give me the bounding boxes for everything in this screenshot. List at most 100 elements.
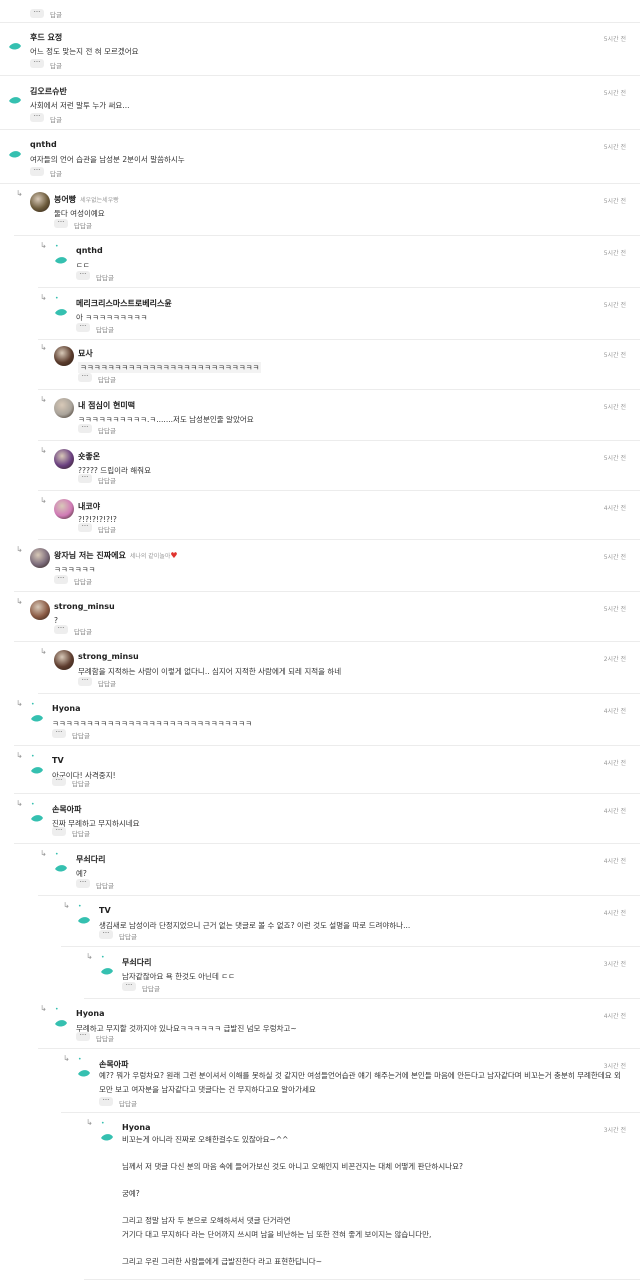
reply-button[interactable]: 답답글: [98, 678, 116, 688]
reply-button[interactable]: 답답글: [74, 626, 92, 636]
more-button[interactable]: ···: [52, 777, 66, 786]
comment-author[interactable]: 숏좋온: [78, 451, 100, 462]
avatar[interactable]: [54, 398, 74, 418]
dot-icon: •: [101, 1120, 105, 1127]
comment-author[interactable]: TV: [52, 756, 64, 765]
more-button[interactable]: ···: [52, 827, 66, 836]
more-button[interactable]: ···: [76, 879, 90, 888]
reply-arrow-icon: ↳: [16, 545, 23, 554]
reply-button[interactable]: 답답글: [98, 425, 116, 435]
author-badge: 세나의 같이놀아: [129, 553, 171, 560]
reply-button[interactable]: 답글: [50, 168, 62, 178]
reply-button[interactable]: 답답글: [119, 1098, 137, 1108]
reply-button[interactable]: 답글: [50, 114, 62, 124]
comment-item: ↳ • Hyona 4시간 전 ㅋㅋㅋㅋㅋㅋㅋㅋㅋㅋㅋㅋㅋㅋㅋㅋㅋㅋㅋㅋㅋㅋㅋㅋㅋㅋㅋㅋ…: [14, 694, 640, 746]
comment-text: 남자같잖아요 욕 한것도 아닌데 ㄷㄷ: [122, 972, 236, 981]
reply-button[interactable]: 답답글: [98, 475, 116, 485]
avatar[interactable]: [54, 346, 74, 366]
comment-author[interactable]: 내코야: [78, 501, 100, 512]
comment-text-line: 궁예?: [122, 1189, 140, 1198]
avatar[interactable]: [30, 548, 50, 568]
comment-author[interactable]: 묘사: [78, 348, 93, 359]
comment-text: 비꼬는게 아니라 진짜로 오해한걸수도 있잖아요~^^ 님께서 저 댓글 다신 분…: [122, 1133, 610, 1268]
comment-author[interactable]: 김오르슈반: [30, 86, 67, 97]
comment-author[interactable]: 붕어빵 세우없는세우빵: [54, 194, 119, 205]
comment-text-line: [122, 1241, 610, 1255]
more-button[interactable]: ···: [30, 59, 44, 68]
reply-arrow-icon: ↳: [16, 699, 23, 708]
more-button[interactable]: ···: [76, 1032, 90, 1041]
more-button[interactable]: ···: [54, 575, 68, 584]
more-button[interactable]: ···: [52, 729, 66, 738]
comment-author[interactable]: TV: [99, 906, 111, 915]
avatar[interactable]: [30, 600, 50, 620]
comment-author[interactable]: Hyona: [122, 1123, 151, 1132]
dot-icon: •: [31, 701, 35, 708]
reply-button[interactable]: 답답글: [142, 983, 160, 993]
reply-arrow-icon: ↳: [40, 343, 47, 352]
reply-button[interactable]: 답답글: [72, 778, 90, 788]
comment-time: 5시간 전: [603, 90, 626, 97]
reply-button[interactable]: 답답글: [96, 1033, 114, 1043]
more-button[interactable]: ···: [99, 1097, 113, 1106]
more-button[interactable]: ···: [30, 167, 44, 176]
more-button[interactable]: ···: [30, 113, 44, 122]
more-button[interactable]: ···: [76, 271, 90, 280]
more-button[interactable]: ···: [30, 9, 44, 18]
avatar[interactable]: [30, 192, 50, 212]
reply-button[interactable]: 답답글: [72, 730, 90, 740]
comment-author[interactable]: strong_minsu: [78, 652, 139, 661]
more-button[interactable]: ···: [122, 982, 136, 991]
more-button[interactable]: ···: [78, 373, 92, 382]
heart-icon: ♥: [170, 551, 178, 560]
reply-arrow-icon: ↳: [40, 446, 47, 455]
comment-text: ㅋㅋㅋㅋㅋㅋㅋㅋㅋㅋㅋㅋㅋㅋㅋㅋㅋㅋㅋㅋㅋㅋㅋㅋㅋㅋ: [78, 362, 262, 373]
more-button[interactable]: ···: [99, 930, 113, 939]
comment-author[interactable]: qnthd: [30, 140, 57, 149]
reply-button[interactable]: 답답글: [72, 828, 90, 838]
avatar[interactable]: [54, 499, 74, 519]
more-button[interactable]: ···: [54, 625, 68, 634]
comment-author[interactable]: qnthd: [76, 246, 103, 255]
avatar[interactable]: [54, 650, 74, 670]
default-avatar-leaf-icon: [54, 302, 68, 316]
comment-author[interactable]: 왕자님 저는 진짜에요 세나의 같이놀아♥: [54, 550, 178, 561]
more-button[interactable]: ···: [76, 323, 90, 332]
avatar[interactable]: [54, 449, 74, 469]
reply-button[interactable]: 답답글: [98, 524, 116, 534]
reply-button[interactable]: 답답글: [96, 324, 114, 334]
comment-author[interactable]: Hyona: [52, 704, 81, 713]
reply-button[interactable]: 답글: [50, 9, 62, 19]
comment-item: ↳ • Hyona 4시간 전 무례하고 무지할 것까지야 있나요ㅋㅋㅋㅋㅋㅋ 급발진 …: [38, 999, 640, 1049]
comment-item: ↳ • 무쇠다리 3시간 전 남자같잖아요 욕 한것도 아닌데 ㄷㄷ ··· 답답글: [84, 947, 640, 999]
comment-item: qnthd 5시간 전 여자들의 언어 습관을 남성분 2분이서 말씀하시누 ··· 답…: [0, 130, 640, 184]
comment-author[interactable]: Hyona: [76, 1009, 105, 1018]
comment-time: 5시간 전: [603, 554, 626, 561]
comment-author[interactable]: strong_minsu: [54, 602, 115, 611]
more-button[interactable]: ···: [78, 677, 92, 686]
reply-button[interactable]: 답답글: [74, 220, 92, 230]
comment-item: ↳ strong_minsu 2시간 전 무례함을 지적하는 사람이 이렇게 없다니.…: [38, 642, 640, 694]
reply-arrow-icon: ↳: [16, 799, 23, 808]
more-button[interactable]: ···: [54, 219, 68, 228]
comment-item: ↳ 붕어빵 세우없는세우빵 5시간 전 둘다 여성이예요 ··· 답답글: [14, 184, 640, 236]
reply-button[interactable]: 답글: [50, 60, 62, 70]
comment-text-line: 모만 보고 여자분을 남자같다고 댓글다는 건 무지하다고요 알아가세요: [99, 1084, 316, 1094]
reply-button[interactable]: 답답글: [96, 272, 114, 282]
comment-item: ↳ 왕자님 저는 진짜에요 세나의 같이놀아♥ 5시간 전 ㅋㅋㅋㅋㅋㅋ ··· 답답글: [14, 540, 640, 592]
comment-author[interactable]: 손목아파: [52, 804, 81, 815]
comment-author[interactable]: 후드 요정: [30, 32, 62, 43]
more-button[interactable]: ···: [78, 523, 92, 532]
more-button[interactable]: ···: [78, 474, 92, 483]
comment-author[interactable]: 내 점심이 현미떡: [78, 400, 135, 411]
dot-icon: •: [31, 753, 35, 760]
reply-button[interactable]: 답답글: [98, 374, 116, 384]
reply-button[interactable]: 답답글: [96, 880, 114, 890]
more-button[interactable]: ···: [78, 424, 92, 433]
comment-author[interactable]: 무쇠다리: [76, 854, 105, 865]
reply-button[interactable]: 답답글: [74, 576, 92, 586]
comment-author[interactable]: 메리크리스마스트로베리스윤: [76, 298, 172, 309]
comment-author[interactable]: 무쇠다리: [122, 957, 151, 968]
reply-arrow-icon: ↳: [86, 1118, 93, 1127]
reply-button[interactable]: 답답글: [119, 931, 137, 941]
